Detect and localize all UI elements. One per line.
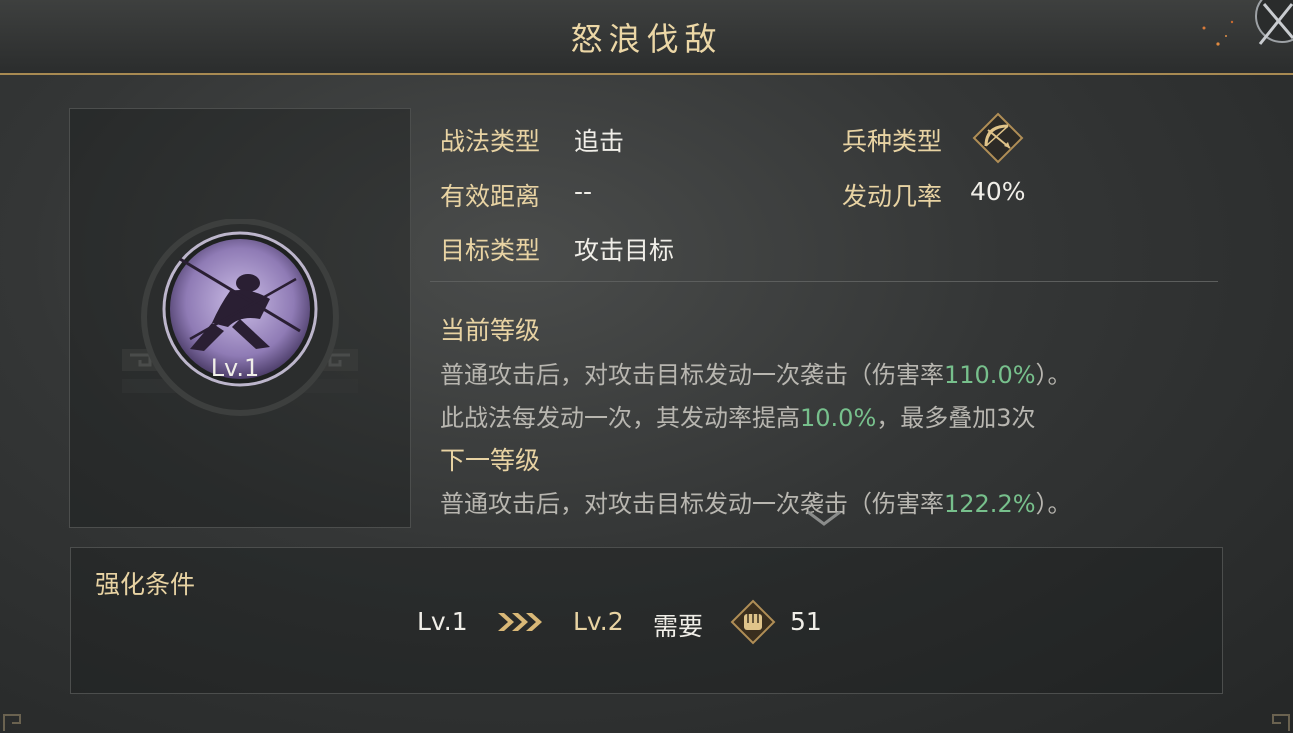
trigger-rate-label: 发动几率 <box>842 182 943 211</box>
tactic-type-value: 追击 <box>574 127 625 156</box>
next-level-desc-1: 普通攻击后，对攻击目标发动一次袭击（伤害率122.2%）。 <box>440 490 1072 518</box>
troop-type-label: 兵种类型 <box>842 127 943 156</box>
skill-level-badge: Lv.1 <box>210 354 260 382</box>
rate-increase: 10.0% <box>800 404 877 432</box>
next-level-heading: 下一等级 <box>440 446 541 475</box>
divider <box>430 281 1218 282</box>
damage-rate-next: 122.2% <box>944 490 1036 518</box>
bow-archer-icon <box>972 112 1024 164</box>
close-icon <box>1255 0 1293 45</box>
enhance-need-label: 需要 <box>653 612 704 641</box>
skill-emblem <box>122 219 358 416</box>
triple-chevron-right-icon <box>498 613 542 631</box>
current-level-heading: 当前等级 <box>440 316 541 345</box>
corner-ornament-right <box>1272 714 1290 731</box>
effective-range-value: -- <box>574 177 593 206</box>
target-type-value: 攻击目标 <box>574 236 675 265</box>
effective-range-label: 有效距离 <box>440 182 541 211</box>
tactic-type-label: 战法类型 <box>440 127 541 156</box>
damage-rate-current: 110.0% <box>944 361 1036 389</box>
ember-particles <box>1202 20 1234 46</box>
trigger-rate-value: 40% <box>970 177 1026 206</box>
enhance-to-level: Lv.2 <box>573 607 624 636</box>
scroll-down-indicator[interactable] <box>806 508 842 528</box>
target-type-label: 目标类型 <box>440 236 541 265</box>
window-title: 怒浪伐敌 <box>570 20 723 58</box>
enhance-title: 强化条件 <box>95 570 196 599</box>
corner-ornament-left <box>3 714 21 731</box>
enhance-from-level: Lv.1 <box>417 607 468 636</box>
enhance-panel <box>70 547 1223 694</box>
enhance-cost: 51 <box>790 607 822 636</box>
close-button[interactable] <box>1250 0 1293 48</box>
current-level-desc-1: 普通攻击后，对攻击目标发动一次袭击（伤害率110.0%）。 <box>440 361 1072 389</box>
current-level-desc-2: 此战法每发动一次，其发动率提高10.0%，最多叠加3次 <box>440 404 1036 432</box>
fist-token-icon <box>730 599 776 645</box>
skill-portrait-panel: Lv.1 <box>69 108 411 528</box>
